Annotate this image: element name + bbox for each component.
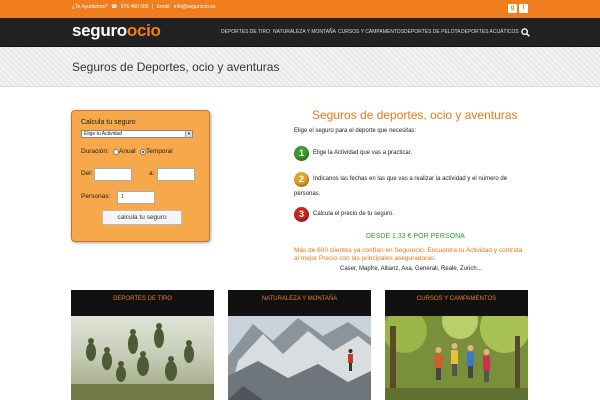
from-label: Del: (81, 170, 93, 177)
phone-number[interactable]: 976 460 500 (121, 4, 149, 10)
activity-select[interactable]: Elige tu Actividad ▼ (81, 130, 193, 138)
promo-text: Más de 600 clientes ya confían en Seguro… (294, 247, 523, 262)
step-1-text: Elige la Actividad que vas a practicar. (313, 150, 413, 156)
nav-deportes-de-tiro[interactable]: DEPORTES DE TIRO (221, 29, 270, 35)
hiking-kids-image[interactable] (385, 316, 528, 400)
site-logo[interactable]: seguroocio (72, 21, 161, 41)
info-title: Seguros de deportes, ocio y aventuras (312, 108, 518, 122)
to-date-input[interactable] (157, 168, 195, 181)
mountain-image[interactable] (228, 316, 371, 400)
step-3-icon: 3 (294, 207, 309, 222)
category-card-naturaleza[interactable]: NATURALEZA Y MONTAÑA (228, 290, 371, 400)
step-2-text: Indicanos las fechas en las que vas a re… (313, 176, 508, 182)
contact-prompt: ¿Te Ayudamos? (72, 4, 108, 10)
calculate-button[interactable]: calcula tu seguro (102, 210, 182, 225)
top-contact-bar: ¿Te Ayudamos? ☎ 976 460 500 | Email: inf… (0, 0, 600, 18)
phone-icon: ☎ (111, 4, 118, 10)
form-title: Calcula tu seguro (81, 119, 136, 126)
page-title: Seguros de Deportes, ocio y aventuras (72, 60, 280, 74)
step-2-text-cont: personas. (294, 191, 321, 197)
activity-select-value: Elige tu Actividad (84, 131, 123, 137)
from-date-input[interactable] (94, 168, 132, 181)
info-intro: Elige el seguro para el deporte que nece… (294, 128, 417, 134)
contact-separator: | (151, 4, 154, 10)
logo-text-primary: seguro (72, 21, 127, 40)
category-card-title: CURSOS Y CAMPAMENTOS (416, 296, 497, 302)
logo-text-accent: ocio (126, 21, 161, 40)
step-3-text: Calcula el precio de tu seguro. (313, 211, 395, 217)
category-card-cursos[interactable]: CURSOS Y CAMPAMENTOS (385, 290, 528, 400)
nav-cursos-y-campamentos[interactable]: CURSOS Y CAMPAMENTOS (338, 29, 404, 35)
insurers-list: Caser, Mapfre, Allianz, Axa, Generali, R… (340, 266, 482, 272)
email-link[interactable]: info@segurocio.es (174, 4, 216, 10)
email-label: Email: (156, 4, 171, 10)
chevron-down-icon: ▼ (185, 131, 192, 137)
category-card-title: NATURALEZA Y MONTAÑA (261, 296, 338, 302)
category-card-title: DEPORTES DE TIRO (113, 296, 172, 302)
to-label: a: (149, 170, 155, 177)
facebook-icon[interactable]: f (519, 4, 528, 13)
persons-label: Personas: (81, 193, 111, 200)
title-band: Seguros de Deportes, ocio y aventuras (0, 47, 600, 87)
quote-form: Calcula tu seguro Elige tu Actividad ▼ D… (71, 110, 210, 242)
google-plus-icon[interactable]: g (508, 4, 517, 13)
nav-deportes-de-pelota[interactable]: DEPORTES DE PELOTA (404, 29, 461, 35)
step-1-icon: 1 (294, 146, 309, 161)
search-icon[interactable] (521, 28, 530, 37)
contact-info: ¿Te Ayudamos? ☎ 976 460 500 | Email: inf… (72, 4, 217, 10)
radio-anual-label: Anual (119, 148, 136, 155)
main-header: seguroocio DEPORTES DE TIRO NATURALEZA Y… (0, 18, 600, 47)
soldiers-image[interactable] (71, 316, 214, 400)
step-2-icon: 2 (294, 172, 309, 187)
radio-temporal-label: Temporal (146, 148, 173, 155)
duration-label: Duración: (81, 148, 109, 155)
category-card-tiro[interactable]: DEPORTES DE TIRO (71, 290, 214, 400)
persons-input[interactable]: 1 (117, 191, 155, 204)
nav-naturaleza-y-montana[interactable]: NATURALEZA Y MONTAÑA (273, 29, 336, 35)
nav-deportes-acuaticos[interactable]: DEPORTES ACUÁTICOS (461, 29, 519, 35)
price-text: DESDE 1,33 € POR PERSONA (366, 233, 465, 240)
